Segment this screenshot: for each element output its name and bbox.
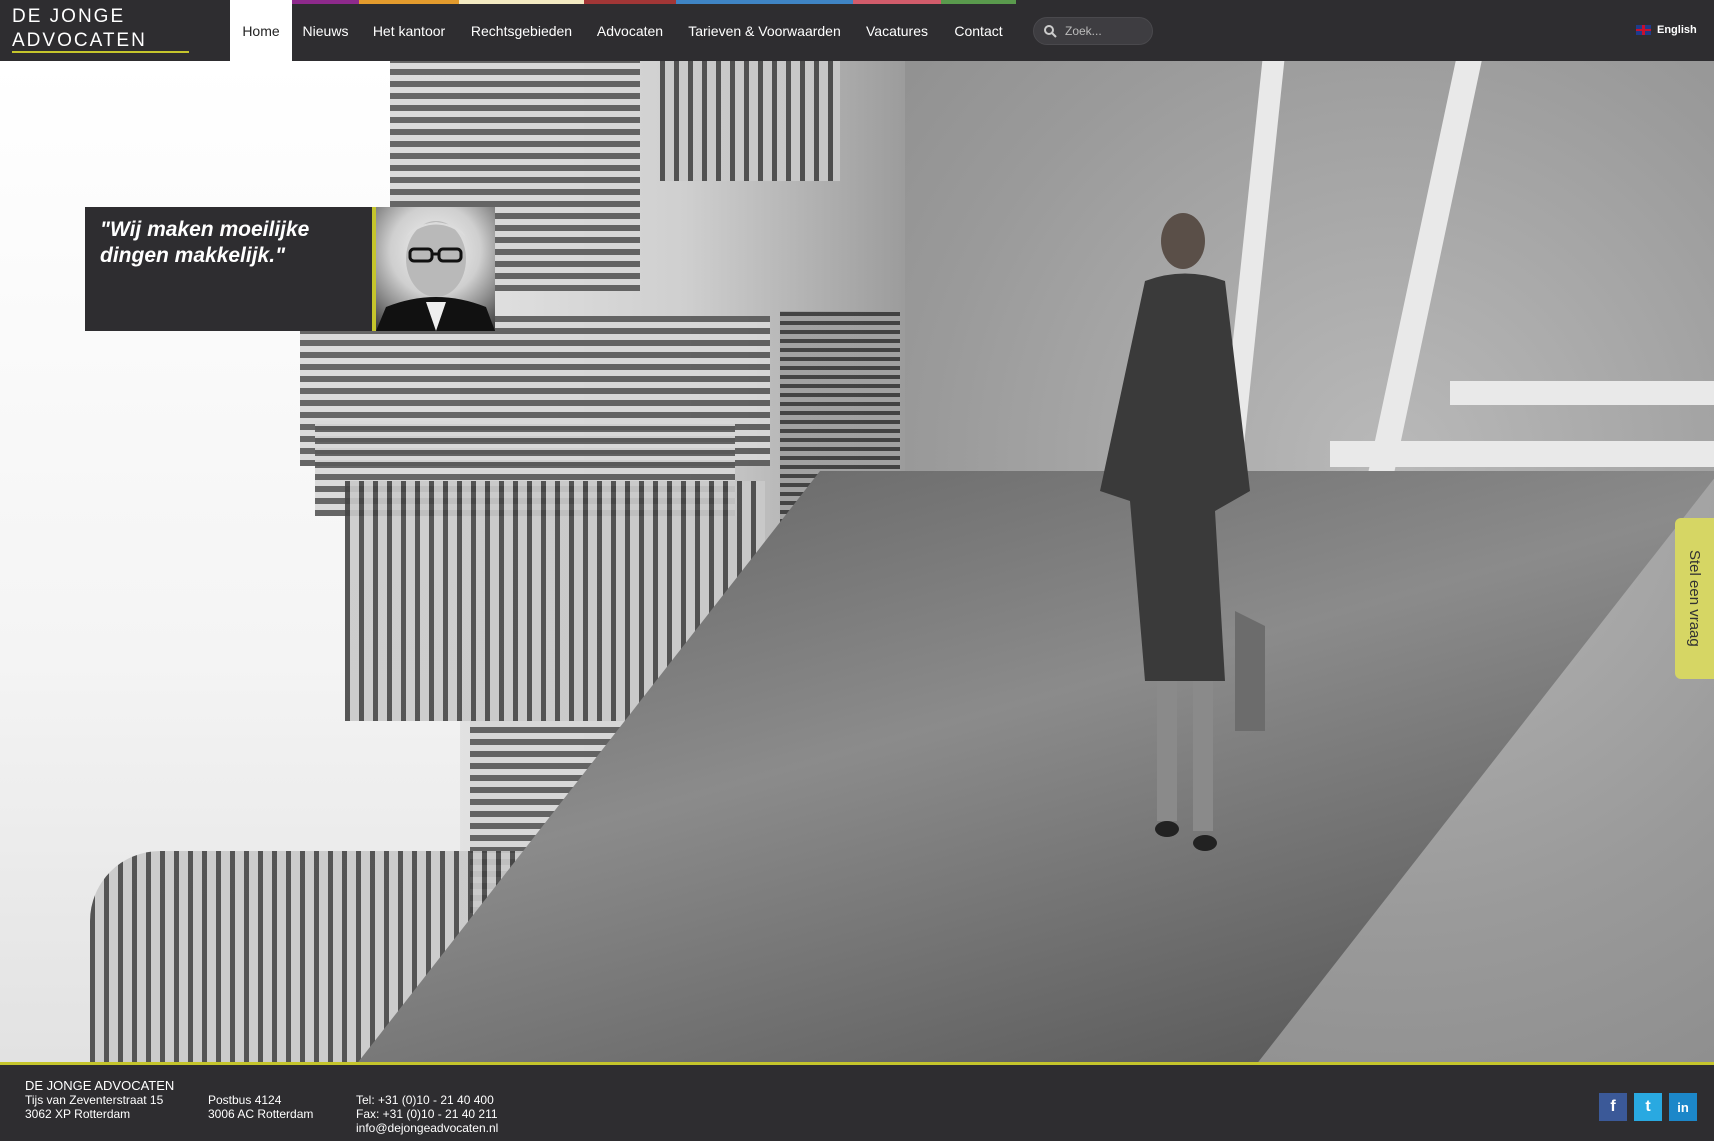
footer-address-line: Tijs van Zeventerstraat 15: [25, 1093, 164, 1107]
header: DE JONGE ADVOCATEN Home Nieuws Het kanto…: [0, 0, 1714, 61]
search-icon: [1044, 24, 1057, 38]
ask-question-tab[interactable]: Stel een vraag: [1675, 518, 1714, 679]
logo-line-2: ADVOCATEN: [12, 30, 147, 51]
logo-underline: [12, 51, 189, 53]
nav-vacatures[interactable]: Vacatures: [853, 0, 941, 61]
nav-color-bar: [853, 0, 941, 4]
facebook-icon[interactable]: f: [1599, 1093, 1627, 1121]
search-placeholder: Zoek...: [1065, 24, 1102, 38]
nav-color-bar: [230, 0, 292, 4]
nav-contact[interactable]: Contact: [941, 0, 1016, 61]
nav-color-bar: [292, 0, 359, 4]
nav-rechtsgebieden[interactable]: Rechtsgebieden: [459, 0, 584, 61]
lawyer-portrait: [376, 207, 495, 331]
nav-het-kantoor[interactable]: Het kantoor: [359, 0, 459, 61]
language-switch[interactable]: English: [1636, 24, 1697, 36]
footer-address-line: 3062 XP Rotterdam: [25, 1107, 131, 1121]
nav-label: Nieuws: [302, 22, 349, 39]
quote-box: "Wij maken moeilijke dingen makkelijk.": [85, 207, 495, 331]
twitter-glyph: t: [1645, 1098, 1651, 1115]
footer-tel: Tel: +31 (0)10 - 21 40 400: [356, 1093, 494, 1107]
footer-postbus: Postbus 4124 3006 AC Rotterdam: [208, 1093, 313, 1121]
nav-label: Contact: [954, 22, 1003, 39]
search-input[interactable]: Zoek...: [1033, 17, 1153, 45]
logo[interactable]: DE JONGE ADVOCATEN: [0, 0, 230, 61]
nav-nieuws[interactable]: Nieuws: [292, 0, 359, 61]
nav-label: Het kantoor: [372, 22, 446, 39]
footer-address: DE JONGE ADVOCATEN Tijs van Zeventerstra…: [25, 1078, 175, 1122]
footer-contact: Tel: +31 (0)10 - 21 40 400 Fax: +31 (0)1…: [356, 1093, 498, 1135]
nav-label: Tarieven & Voorwaarden: [688, 22, 841, 39]
hero-wall-stripe: [1330, 441, 1714, 467]
hero-building: [660, 61, 840, 181]
nav-home[interactable]: Home: [230, 0, 292, 61]
nav-label: Rechtsgebieden: [470, 22, 573, 39]
quote-text: "Wij maken moeilijke dingen makkelijk.": [100, 218, 310, 267]
nav-color-bar: [584, 0, 676, 4]
linkedin-icon[interactable]: in: [1669, 1093, 1697, 1121]
footer-email-link[interactable]: info@dejongeadvocaten.nl: [356, 1121, 498, 1135]
nav-advocaten[interactable]: Advocaten: [584, 0, 676, 61]
hero-wall-stripe: [1450, 381, 1714, 405]
footer-postbus-line: Postbus 4124: [208, 1093, 282, 1107]
facebook-glyph: f: [1610, 1098, 1616, 1115]
nav-label: Home: [242, 22, 280, 39]
ask-question-label: Stel een vraag: [1686, 550, 1703, 647]
nav-label: Advocaten: [596, 22, 664, 39]
footer: DE JONGE ADVOCATEN Tijs van Zeventerstra…: [0, 1062, 1714, 1141]
uk-flag-icon: [1636, 25, 1651, 35]
hero-woman: [1100, 213, 1265, 851]
logo-line-1: DE JONGE: [12, 6, 126, 27]
footer-postbus-line: 3006 AC Rotterdam: [208, 1107, 314, 1121]
footer-fax: Fax: +31 (0)10 - 21 40 211: [356, 1107, 498, 1121]
nav-label: Vacatures: [866, 22, 928, 39]
linkedin-glyph: in: [1677, 1099, 1689, 1115]
main-nav: Home Nieuws Het kantoor Rechtsgebieden A…: [230, 0, 1016, 61]
footer-company: DE JONGE ADVOCATEN: [25, 1078, 175, 1093]
nav-color-bar: [459, 0, 584, 4]
hero-image: "Wij maken moeilijke dingen makkelijk." …: [0, 61, 1714, 1062]
language-label: English: [1657, 24, 1697, 36]
nav-color-bar: [941, 0, 1016, 4]
nav-color-bar: [676, 0, 853, 4]
twitter-icon[interactable]: t: [1634, 1093, 1662, 1121]
nav-color-bar: [359, 0, 459, 4]
nav-tarieven[interactable]: Tarieven & Voorwaarden: [676, 0, 853, 61]
